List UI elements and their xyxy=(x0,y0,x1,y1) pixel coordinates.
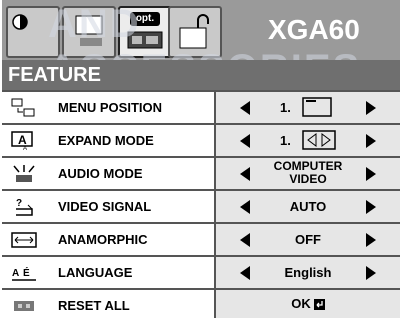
arrow-left-icon[interactable] xyxy=(240,101,250,115)
menu-position-icon xyxy=(11,98,35,117)
menu-row-anamorphic[interactable]: ANAMORPHIC OFF xyxy=(2,222,400,255)
reset-all-icon xyxy=(14,301,34,311)
menu-value[interactable]: English xyxy=(214,257,400,288)
menu-label: MENU POSITION xyxy=(58,100,163,115)
menu-value[interactable]: AUTO xyxy=(214,191,400,222)
arrow-right-icon[interactable] xyxy=(366,266,376,280)
expand-mode-icon: A A xyxy=(11,131,33,151)
menu-value[interactable]: COMPUTER VIDEO xyxy=(214,158,400,189)
menu-value[interactable]: OFF xyxy=(214,224,400,255)
menu-label: EXPAND MODE xyxy=(58,133,154,148)
arrow-left-icon[interactable] xyxy=(240,134,250,148)
menu-label: ANAMORPHIC xyxy=(58,232,148,247)
osd-menu: opt. AND ACCESSORIES XGA60 FEATURE MENU … xyxy=(2,0,400,318)
menu-label: RESET ALL xyxy=(58,298,130,313)
menu-value[interactable]: 1. xyxy=(214,92,400,123)
menu-row-menu-position[interactable]: MENU POSITION 1. xyxy=(2,90,400,123)
svg-text:?: ? xyxy=(16,198,22,209)
model-name: XGA60 xyxy=(268,14,360,45)
arrow-right-icon[interactable] xyxy=(366,233,376,247)
audio-mode-icon xyxy=(13,165,35,182)
menu-row-reset-all[interactable]: RESET ALL OK xyxy=(2,288,400,318)
menu-value[interactable]: OK xyxy=(214,290,400,318)
svg-text:A: A xyxy=(18,133,27,147)
menu-row-video-signal[interactable]: ? VIDEO SIGNAL AUTO xyxy=(2,189,400,222)
menu-row-language[interactable]: A É LANGUAGE English xyxy=(2,255,400,288)
menu-label: AUDIO MODE xyxy=(58,166,143,181)
language-icon: A É xyxy=(12,266,36,281)
menu-label: LANGUAGE xyxy=(58,265,133,280)
anamorphic-icon xyxy=(11,232,37,248)
arrow-right-icon[interactable] xyxy=(366,167,376,181)
value-text: 1. xyxy=(280,133,291,148)
section-title: FEATURE xyxy=(2,60,400,90)
expand-icon xyxy=(302,130,336,150)
menu-row-audio-mode[interactable]: AUDIO MODE COMPUTER VIDEO xyxy=(2,156,400,189)
tab-bar: opt. AND ACCESSORIES XGA60 xyxy=(2,0,400,91)
value-text: 1. xyxy=(280,100,291,115)
menu-label: VIDEO SIGNAL xyxy=(58,199,152,214)
menu-value[interactable]: 1. xyxy=(214,125,400,156)
arrow-right-icon[interactable] xyxy=(366,101,376,115)
svg-text:A: A xyxy=(23,146,27,151)
ok-button[interactable]: OK xyxy=(216,290,400,318)
ok-text: OK xyxy=(291,296,311,311)
enter-icon xyxy=(313,299,325,311)
svg-text:A: A xyxy=(12,268,19,279)
video-signal-icon: ? xyxy=(16,198,33,216)
svg-text:É: É xyxy=(23,266,30,279)
arrow-right-icon[interactable] xyxy=(366,134,376,148)
screen-position-icon xyxy=(302,97,332,117)
menu-row-expand-mode[interactable]: A A EXPAND MODE 1. xyxy=(2,123,400,156)
arrow-right-icon[interactable] xyxy=(366,200,376,214)
